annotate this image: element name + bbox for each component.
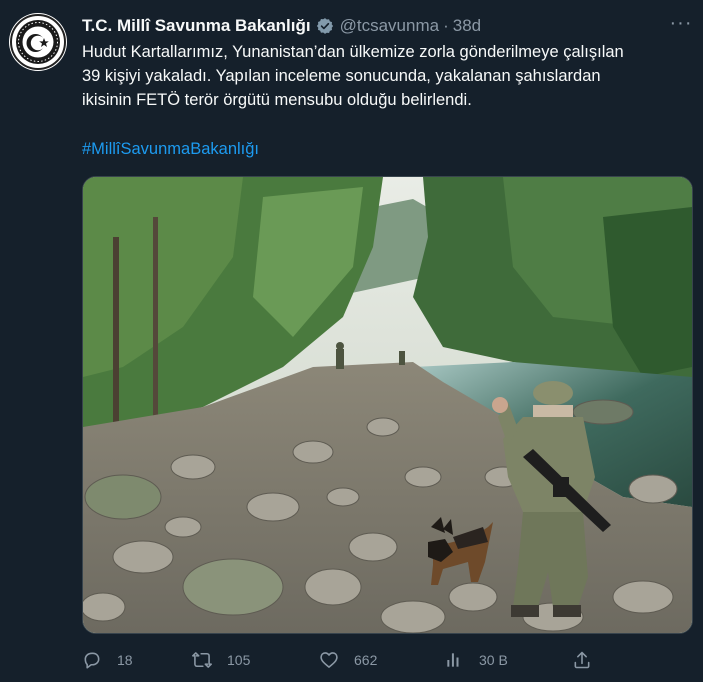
tweet-text-line: 39 kişiyi yakaladı. Yapılan inceleme son…: [82, 67, 601, 85]
tweet-actions: 18 105 662 30 B: [82, 648, 682, 672]
retweet-icon: [192, 652, 212, 668]
reply-count: 18: [117, 652, 133, 668]
retweet-button[interactable]: 105: [192, 648, 250, 672]
reply-icon: [84, 652, 100, 669]
hashtag-link[interactable]: #MillîSavunmaBakanlığı: [82, 137, 259, 161]
tweet-header: T.C. Millî Savunma Bakanlığı @tcsavunma …: [82, 14, 689, 38]
tweet-text-line: Hudut Kartallarımız, Yunanistan’dan ülke…: [82, 43, 624, 61]
retweet-count: 105: [227, 652, 251, 668]
views-chart-icon: [447, 653, 459, 667]
avatar[interactable]: [9, 13, 67, 71]
separator-dot: ·: [443, 16, 449, 35]
timestamp[interactable]: 38d: [453, 16, 481, 36]
like-button[interactable]: 662: [319, 648, 377, 672]
like-count: 662: [354, 652, 378, 668]
reply-button[interactable]: 18: [82, 648, 133, 672]
view-count: 30 B: [479, 652, 508, 668]
tweet-photo[interactable]: [82, 176, 693, 634]
account-handle[interactable]: @tcsavunma: [340, 16, 439, 36]
tweet-text-line: ikisinin FETÖ terör örgütü mensubu olduğ…: [82, 91, 472, 109]
heart-icon: [320, 652, 338, 668]
share-button[interactable]: [572, 648, 592, 672]
tweet-text: Hudut Kartallarımız, Yunanistan’dan ülke…: [82, 40, 692, 112]
ministry-seal-icon: [10, 14, 66, 70]
share-icon: [574, 651, 590, 669]
views-button[interactable]: 30 B: [444, 648, 508, 672]
more-options-icon[interactable]: ···: [669, 13, 693, 38]
display-name[interactable]: T.C. Millî Savunma Bakanlığı: [82, 16, 311, 36]
verified-badge-icon[interactable]: [316, 17, 334, 35]
